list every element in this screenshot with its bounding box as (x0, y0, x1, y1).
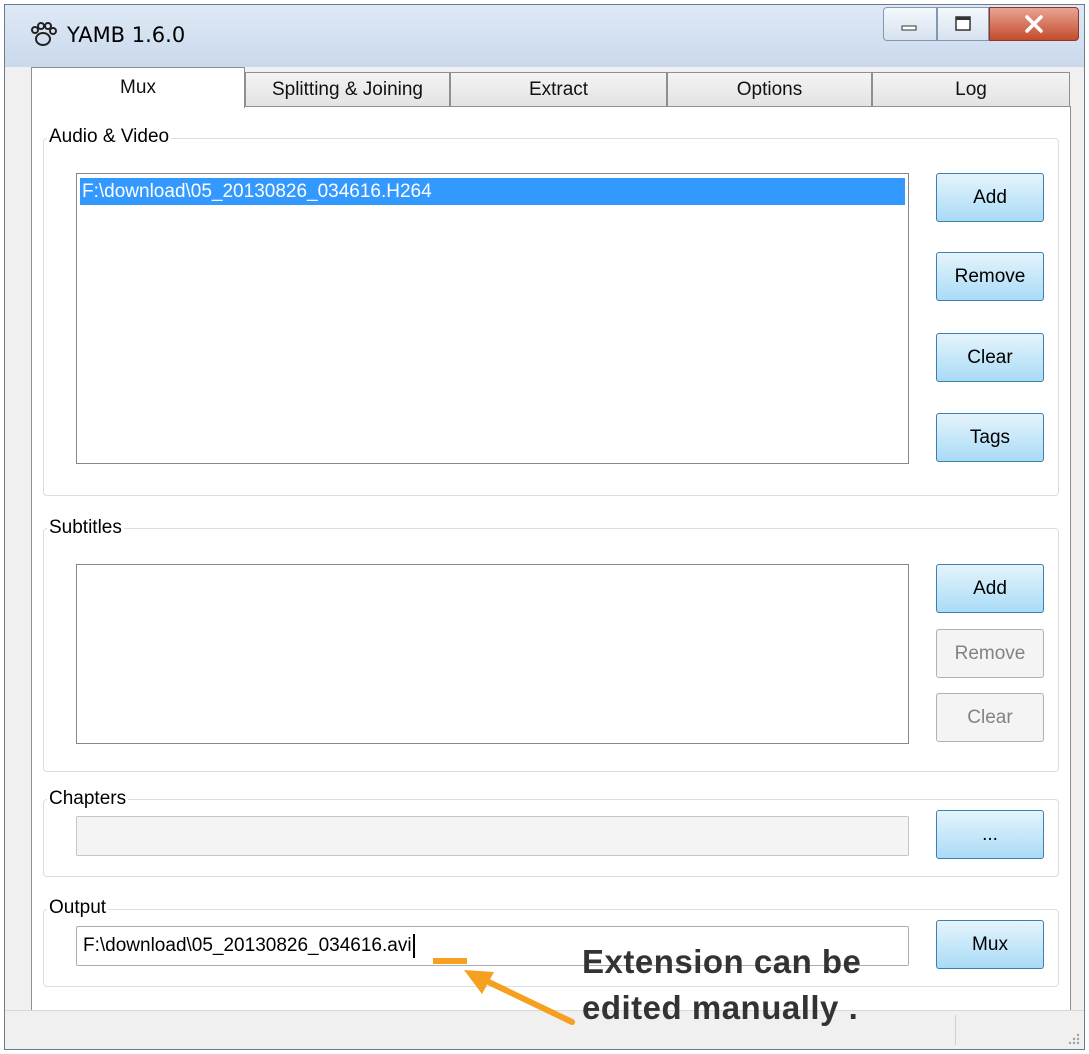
minimize-button[interactable] (883, 7, 937, 41)
maximize-icon (955, 16, 971, 31)
audio-video-label: Audio & Video (47, 126, 172, 148)
tab-mux[interactable]: Mux (31, 67, 245, 108)
paw-icon (31, 22, 57, 46)
chapters-field[interactable] (76, 816, 909, 856)
av-clear-button[interactable]: Clear (936, 333, 1044, 382)
app-window: YAMB 1.6.0 Mux Splitting & Joining Extra… (4, 4, 1085, 1050)
maximize-button[interactable] (937, 7, 989, 41)
tab-strip: Mux Splitting & Joining Extract Options … (31, 67, 1071, 108)
subtitles-list[interactable] (76, 564, 909, 744)
close-button[interactable] (989, 7, 1079, 41)
tab-splitting-joining[interactable]: Splitting & Joining (245, 72, 450, 107)
list-item[interactable]: F:\download\05_20130826_034616.H264 (80, 178, 905, 205)
chapters-label: Chapters (47, 788, 129, 810)
audio-video-list[interactable]: F:\download\05_20130826_034616.H264 (76, 173, 909, 464)
close-icon (1025, 15, 1043, 33)
text-caret (412, 933, 415, 958)
mux-panel: Audio & Video F:\download\05_20130826_03… (31, 106, 1071, 1011)
tab-extract[interactable]: Extract (450, 72, 667, 107)
mux-button[interactable]: Mux (936, 920, 1044, 969)
sub-add-button[interactable]: Add (936, 564, 1044, 613)
chapters-browse-button[interactable]: ... (936, 810, 1044, 859)
sub-remove-button[interactable]: Remove (936, 629, 1044, 678)
av-add-button[interactable]: Add (936, 173, 1044, 222)
annotation-line-2: edited manually . (582, 989, 859, 1026)
title-bar: YAMB 1.6.0 (5, 5, 1084, 67)
annotation-arrow-icon (464, 970, 575, 1025)
sub-clear-button[interactable]: Clear (936, 693, 1044, 742)
annotation-line-1: Extension can be (582, 943, 862, 980)
tab-log[interactable]: Log (872, 72, 1070, 107)
output-label: Output (47, 897, 109, 919)
av-remove-button[interactable]: Remove (936, 252, 1044, 301)
minimize-icon (901, 25, 917, 31)
av-tags-button[interactable]: Tags (936, 413, 1044, 462)
tab-options[interactable]: Options (667, 72, 872, 107)
subtitles-label: Subtitles (47, 517, 124, 539)
status-divider (955, 1015, 956, 1045)
window-title: YAMB 1.6.0 (67, 23, 186, 47)
output-value: F:\download\05_20130826_034616.avi (83, 935, 412, 956)
resize-grip-icon[interactable] (1066, 1031, 1080, 1045)
